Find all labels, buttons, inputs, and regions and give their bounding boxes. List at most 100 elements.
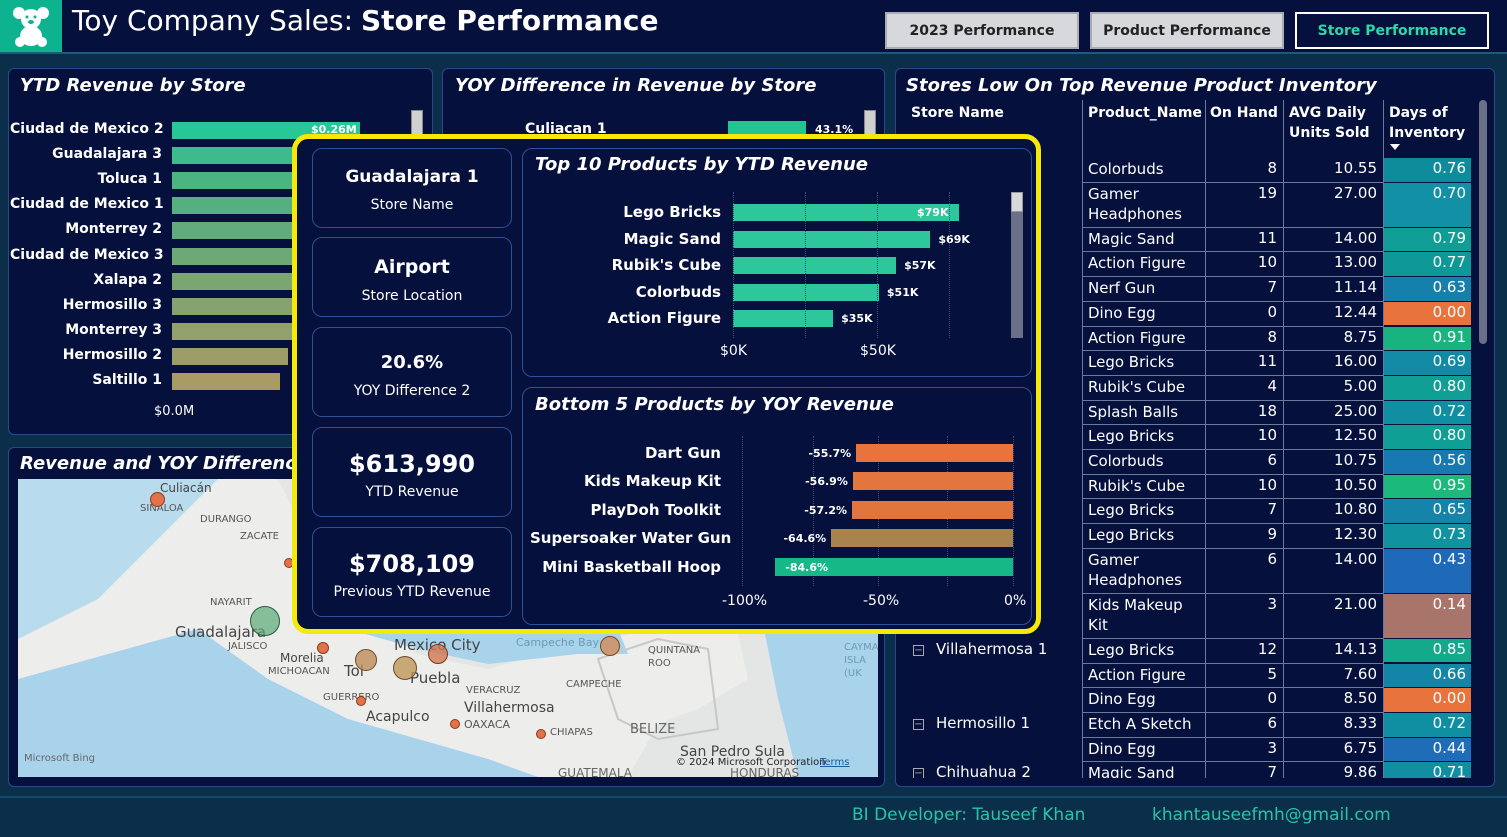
- grid-line: [877, 192, 878, 338]
- table-cell-product[interactable]: Magic Sand: [1088, 763, 1200, 778]
- store-bubble-guadalajara[interactable]: [250, 606, 280, 636]
- table-cell-product[interactable]: Action Figure: [1088, 665, 1200, 685]
- table-cell-on-hand: 9: [1267, 525, 1277, 544]
- table-cell-product[interactable]: Lego Bricks: [1088, 640, 1200, 660]
- top-product-label: Colorbuds: [635, 282, 721, 301]
- top-products-scrollbar[interactable]: [1011, 192, 1023, 338]
- store-bubble[interactable]: [600, 636, 620, 656]
- col-header-on-hand[interactable]: On Hand: [1210, 103, 1278, 123]
- table-cell-store[interactable]: Hermosillo 1: [936, 714, 1030, 732]
- table-cell-product[interactable]: Rubik's Cube: [1088, 476, 1200, 496]
- store-bubble[interactable]: [536, 729, 546, 739]
- map-label-jalisco: JALISCO: [228, 641, 268, 652]
- col-header-store-name[interactable]: Store Name: [911, 103, 1004, 123]
- table-cell-product[interactable]: Etch A Sketch: [1088, 714, 1200, 734]
- collapse-icon[interactable]: −: [913, 644, 924, 656]
- table-cell-on-hand: 7: [1267, 278, 1277, 297]
- ytd-bar[interactable]: [172, 297, 303, 315]
- table-cell-product[interactable]: Lego Bricks: [1088, 525, 1200, 545]
- table-cell-product[interactable]: Splash Balls: [1088, 402, 1200, 422]
- col-header-product-name[interactable]: Product_Name: [1088, 103, 1202, 123]
- map-label-guerrero: GUERRERO: [323, 692, 380, 703]
- map-label-cayman: CAYMA ISLA (UK: [844, 642, 878, 679]
- top-product-bar[interactable]: [733, 257, 897, 274]
- card-yoy-difference: 20.6% YOY Difference 2: [312, 327, 512, 417]
- map-label-villahermosa: Villahermosa: [464, 700, 555, 716]
- table-cell-store[interactable]: Chihuahua 2: [936, 763, 1031, 778]
- scroll-thumb[interactable]: [1011, 192, 1023, 212]
- table-cell-product[interactable]: Dino Egg: [1088, 689, 1200, 709]
- table-cell-product[interactable]: Action Figure: [1088, 253, 1200, 273]
- table-cell-on-hand: 12: [1257, 639, 1277, 658]
- table-cell-product[interactable]: Dino Egg: [1088, 739, 1200, 759]
- table-cell-days: 0.95: [1432, 475, 1466, 494]
- table-cell-days: 0.66: [1432, 664, 1466, 683]
- bottom-product-label: Supersoaker Water Gun: [530, 529, 732, 548]
- nav-product-performance-button[interactable]: Product Performance: [1090, 12, 1284, 49]
- table-cell-product[interactable]: Kids Makeup Kit: [1088, 595, 1200, 635]
- table-cell-product[interactable]: Action Figure: [1088, 328, 1200, 348]
- row-divider: [1083, 325, 1383, 327]
- top-product-value: $79K: [917, 206, 949, 219]
- map-terms-link[interactable]: Terms: [820, 757, 849, 768]
- table-cell-product[interactable]: Gamer Headphones: [1088, 550, 1200, 590]
- store-bubble[interactable]: [355, 649, 377, 671]
- bottom-product-value: -55.7%: [808, 447, 852, 460]
- store-bubble[interactable]: [450, 719, 460, 729]
- col-header-days-inventory[interactable]: Days of Inventory: [1389, 103, 1469, 143]
- top-product-bar[interactable]: [733, 230, 931, 248]
- ytd-store-label: Xalapa 2: [93, 271, 162, 288]
- bottom-product-bar[interactable]: [852, 500, 1013, 519]
- table-cell-avg: 14.13: [1334, 639, 1377, 658]
- store-bubble[interactable]: [428, 644, 448, 664]
- nav-store-performance-button[interactable]: Store Performance: [1295, 12, 1489, 49]
- bottom-product-bar[interactable]: [856, 444, 1013, 462]
- store-bubble[interactable]: [356, 696, 366, 706]
- collapse-icon[interactable]: −: [913, 768, 924, 778]
- table-cell-product[interactable]: Nerf Gun: [1088, 278, 1200, 298]
- card-prev-ytd-label: Previous YTD Revenue: [333, 584, 491, 600]
- nav-2023-performance-button[interactable]: 2023 Performance: [885, 12, 1079, 49]
- table-cell-product[interactable]: Magic Sand: [1088, 229, 1200, 249]
- table-cell-on-hand: 0: [1267, 302, 1277, 321]
- col-header-avg-daily[interactable]: AVG Daily Units Sold: [1289, 103, 1379, 143]
- table-cell-days: 0.73: [1432, 525, 1466, 544]
- row-divider: [1083, 523, 1383, 525]
- top-product-bar[interactable]: [733, 310, 834, 327]
- table-scrollbar[interactable]: [1479, 100, 1487, 344]
- table-cell-days: 0.14: [1432, 594, 1466, 613]
- map-label-durango: DURANGO: [200, 514, 252, 525]
- table-cell-product[interactable]: Colorbuds: [1088, 451, 1200, 471]
- ytd-bar[interactable]: [172, 347, 288, 365]
- top-product-value: $69K: [938, 232, 970, 246]
- row-divider: [1083, 498, 1383, 500]
- table-cell-product[interactable]: Lego Bricks: [1088, 426, 1200, 446]
- ytd-store-label: Monterrey 3: [65, 321, 162, 338]
- table-cell-product[interactable]: Dino Egg: [1088, 303, 1200, 323]
- row-divider: [1083, 399, 1383, 401]
- bottom-product-bar[interactable]: [831, 529, 1013, 548]
- store-bubble[interactable]: [317, 642, 329, 654]
- table-cell-product[interactable]: Lego Bricks: [1088, 352, 1200, 372]
- table-cell-product[interactable]: Lego Bricks: [1088, 500, 1200, 520]
- row-divider: [1083, 761, 1383, 763]
- table-cell-product[interactable]: Rubik's Cube: [1088, 377, 1200, 397]
- table-cell-avg: 10.55: [1334, 159, 1377, 177]
- page-title: Toy Company Sales: Store Performance: [72, 4, 659, 37]
- bottom-product-bar[interactable]: [853, 472, 1013, 491]
- footer-email[interactable]: khantauseefmh@gmail.com: [1152, 805, 1391, 825]
- grid-line: [949, 192, 950, 338]
- table-cell-on-hand: 7: [1267, 763, 1277, 778]
- ytd-bar[interactable]: [172, 373, 281, 390]
- ytd-bar[interactable]: [172, 322, 295, 340]
- row-divider: [1083, 424, 1383, 426]
- card-prev-ytd-value: $708,109: [348, 550, 475, 578]
- table-cell-product[interactable]: Colorbuds: [1088, 159, 1200, 179]
- table-cell-store[interactable]: Villahermosa 1: [936, 640, 1047, 658]
- store-bubble[interactable]: [150, 492, 165, 507]
- collapse-icon[interactable]: −: [913, 718, 924, 730]
- store-bubble[interactable]: [393, 656, 417, 680]
- table-cell-on-hand: 11: [1257, 228, 1277, 247]
- row-divider: [1083, 300, 1383, 302]
- table-cell-product[interactable]: Gamer Headphones: [1088, 184, 1200, 224]
